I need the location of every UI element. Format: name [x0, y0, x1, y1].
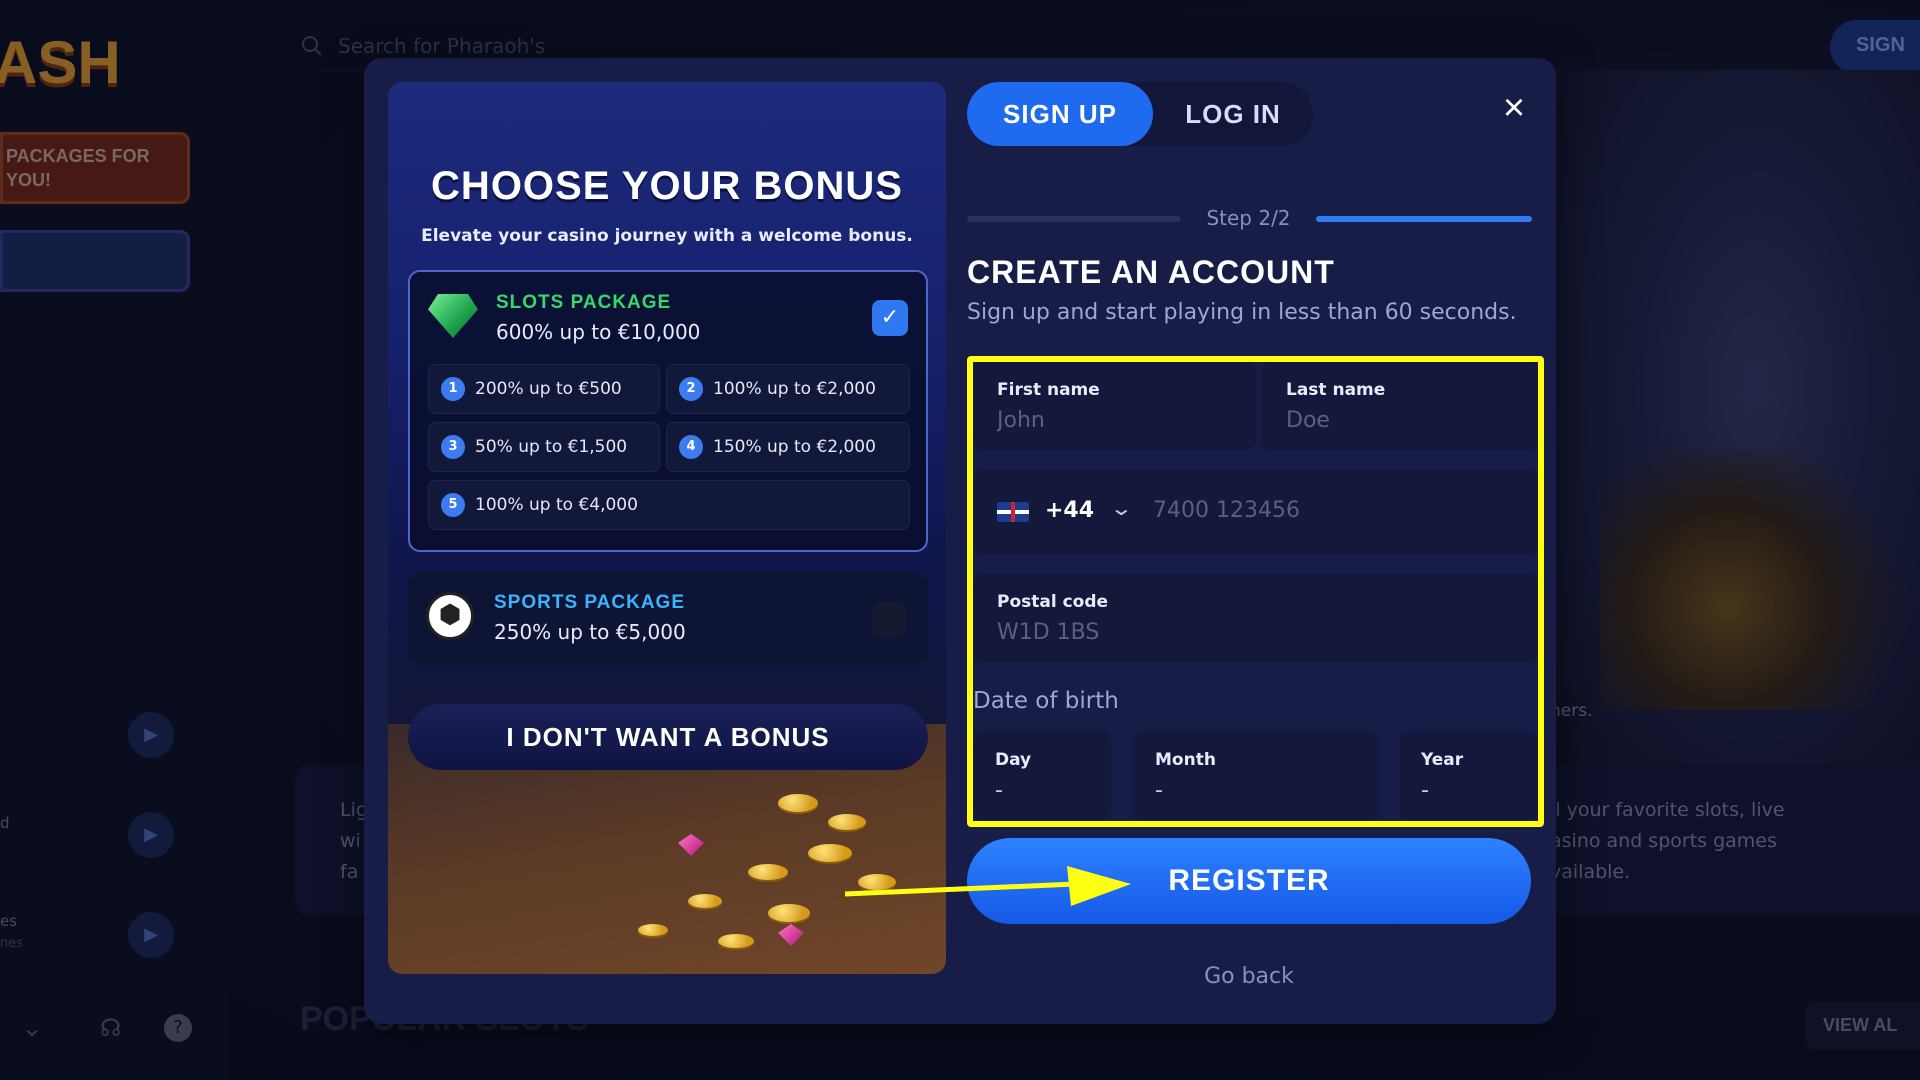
tier-label: 50% up to €1,500	[475, 437, 628, 457]
bonus-tier: 4 150% up to €2,000	[666, 422, 910, 472]
progress-step-1	[967, 216, 1181, 222]
last-name-field[interactable]: Last name	[1262, 362, 1538, 450]
phone-input[interactable]	[1153, 498, 1453, 523]
dob-label: Date of birth	[973, 688, 1119, 714]
first-name-field[interactable]: First name	[973, 362, 1256, 450]
tier-number: 3	[441, 435, 465, 459]
dob-month-select[interactable]: Month -	[1133, 732, 1379, 820]
form-heading: CREATE AN ACCOUNT	[967, 254, 1335, 290]
slots-package-card[interactable]: SLOTS PACKAGE 600% up to €10,000 ✓ 1 200…	[408, 270, 928, 552]
go-back-link[interactable]: Go back	[967, 964, 1531, 989]
close-icon[interactable]: ×	[1496, 89, 1532, 127]
bonus-title: CHOOSE YOUR BONUS	[431, 164, 903, 208]
form-description: Sign up and start playing in less than 6…	[967, 300, 1517, 325]
signup-form-highlight: First name Last name +44 ⌄ Postal code D…	[967, 356, 1544, 827]
no-bonus-button[interactable]: I DON'T WANT A BONUS	[408, 704, 928, 770]
slots-package-name: SLOTS PACKAGE	[496, 292, 672, 313]
tier-label: 200% up to €500	[475, 379, 622, 399]
tier-label: 150% up to €2,000	[713, 437, 876, 457]
tier-number: 1	[441, 377, 465, 401]
checkbox-checked-icon[interactable]: ✓	[872, 300, 908, 336]
bonus-subtitle: Elevate your casino journey with a welco…	[421, 226, 913, 246]
bonus-tier: 3 50% up to €1,500	[428, 422, 660, 472]
phone-field[interactable]: +44 ⌄	[973, 470, 1538, 554]
year-value: -	[1421, 778, 1429, 803]
bonus-tier: 1 200% up to €500	[428, 364, 660, 414]
month-value: -	[1155, 778, 1163, 803]
progress-step-2	[1316, 216, 1532, 222]
sports-package-card[interactable]: ⬢ SPORTS PACKAGE 250% up to €5,000	[408, 572, 928, 666]
first-name-input[interactable]	[997, 408, 1224, 433]
step-indicator: Step 2/2	[1206, 206, 1291, 230]
sports-package-offer: 250% up to €5,000	[494, 620, 686, 644]
postal-code-input[interactable]	[997, 620, 1449, 645]
tier-number: 2	[679, 377, 703, 401]
checkbox-unchecked[interactable]	[872, 602, 906, 636]
page: ASH Search for Pharaoh's SIGN PACKAGES F…	[0, 0, 1920, 1080]
month-label: Month	[1155, 750, 1216, 770]
day-label: Day	[995, 750, 1032, 770]
last-name-label: Last name	[1286, 380, 1386, 400]
uk-flag-icon	[997, 502, 1029, 522]
annotation-arrow-icon	[845, 866, 1131, 906]
bonus-tier: 5 100% up to €4,000	[428, 480, 910, 530]
tier-label: 100% up to €2,000	[713, 379, 876, 399]
country-code[interactable]: +44	[1045, 498, 1094, 523]
dob-year-select[interactable]: Year -	[1399, 732, 1538, 820]
tier-number: 5	[441, 493, 465, 517]
year-label: Year	[1421, 750, 1464, 770]
day-value: -	[995, 778, 1003, 803]
last-name-input[interactable]	[1286, 408, 1507, 433]
postal-code-label: Postal code	[997, 592, 1109, 612]
tab-signup[interactable]: SIGN UP	[967, 82, 1153, 146]
tab-login[interactable]: LOG IN	[1153, 82, 1313, 146]
tier-number: 4	[679, 435, 703, 459]
bonus-tier: 2 100% up to €2,000	[666, 364, 910, 414]
emerald-icon	[428, 294, 478, 338]
chevron-down-icon[interactable]: ⌄	[1110, 496, 1133, 520]
soccer-ball-icon: ⬢	[426, 592, 474, 640]
dob-day-select[interactable]: Day -	[973, 732, 1111, 820]
sports-package-name: SPORTS PACKAGE	[494, 592, 686, 613]
postal-code-field[interactable]: Postal code	[973, 574, 1538, 662]
slots-package-offer: 600% up to €10,000	[496, 320, 701, 344]
tier-label: 100% up to €4,000	[475, 495, 638, 515]
first-name-label: First name	[997, 380, 1100, 400]
